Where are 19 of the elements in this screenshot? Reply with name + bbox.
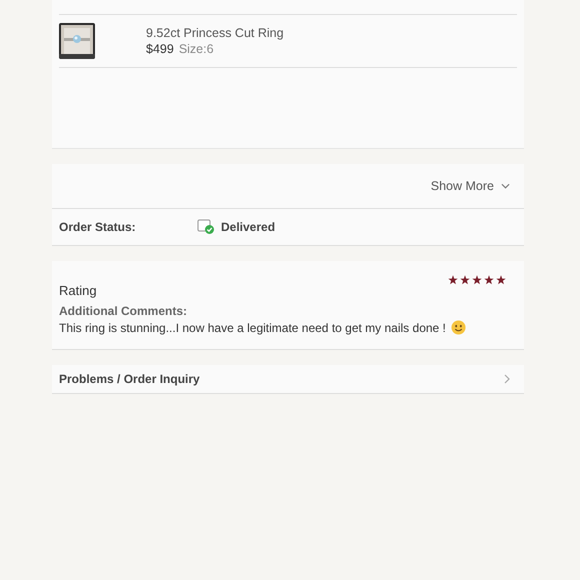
delivered-box-icon: [197, 219, 215, 235]
product-name: 9.52ct Princess Cut Ring: [146, 26, 284, 40]
smiley-icon: [450, 320, 466, 335]
star-icon: [460, 275, 470, 285]
star-icon: [484, 275, 494, 285]
star-icon: [496, 275, 506, 285]
star-icon: [448, 275, 458, 285]
chevron-down-icon: [501, 183, 510, 189]
star-icon: [472, 275, 482, 285]
product-size: Size:6: [178, 42, 214, 56]
comments-label: Additional Comments:: [59, 304, 188, 318]
order-status-value: Delivered: [221, 220, 276, 234]
order-inquiry-link[interactable]: Problems / Order Inquiry: [52, 365, 524, 394]
order-status-label: Order Status:: [59, 220, 137, 234]
comment-text: This ring is stunning...I now have a legitimate need to get my nails done !: [59, 320, 446, 334]
rating-title: Rating: [59, 283, 97, 298]
show-more-button[interactable]: Show More: [430, 179, 510, 193]
chevron-right-icon: [504, 374, 510, 384]
product-price: $499: [146, 42, 174, 56]
